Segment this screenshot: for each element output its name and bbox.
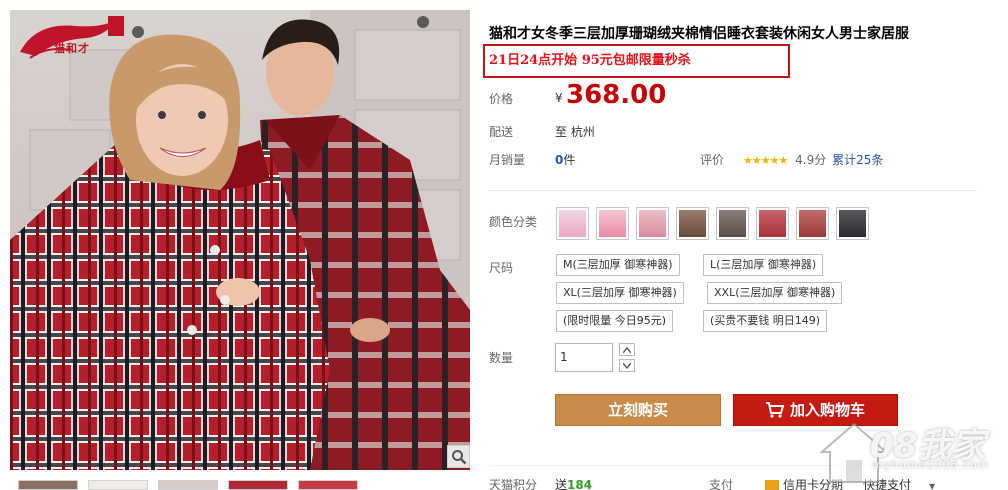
color-label: 颜色分类: [489, 215, 538, 229]
color-swatch-6[interactable]: [756, 207, 789, 240]
product-photo-illustration: [10, 10, 470, 470]
thumbnail-3[interactable]: [158, 480, 218, 490]
zoom-icon[interactable]: [447, 445, 470, 468]
color-swatch-2[interactable]: [596, 207, 629, 240]
credit-card-icon: [765, 480, 779, 490]
size-label: 尺码: [489, 261, 514, 275]
chevron-up-icon: [623, 346, 631, 353]
pay-label: 支付: [709, 478, 734, 490]
color-swatch-5[interactable]: [716, 207, 749, 240]
chevron-down-icon: [623, 362, 631, 369]
points-prefix: 送: [555, 478, 568, 490]
rating-stars-icon: ★★★★★: [743, 154, 788, 167]
shipping-label: 配送: [489, 125, 514, 139]
thumbnail-2[interactable]: [88, 480, 148, 490]
thumbnail-4[interactable]: [228, 480, 288, 490]
size-option-l[interactable]: L(三层加厚 御寒神器): [703, 254, 824, 276]
points-amount: 184: [567, 478, 593, 490]
thumbnail-1[interactable]: [18, 480, 78, 490]
size-option-m[interactable]: M(三层加厚 御寒神器): [556, 254, 680, 276]
thumbnail-5[interactable]: [298, 480, 358, 490]
product-title: 猫和才女冬季三层加厚珊瑚绒夹棉情侣睡衣套装休闲女人男士家居服: [489, 26, 909, 42]
monthly-sales-label: 月销量: [489, 153, 526, 167]
color-swatch-7[interactable]: [796, 207, 829, 240]
divider: [489, 190, 977, 191]
color-swatch-3[interactable]: [636, 207, 669, 240]
brand-logo-text: 猫和才: [54, 42, 90, 55]
thumbnail-strip: [10, 480, 480, 490]
shopping-cart-icon: [765, 402, 785, 418]
points-label: 天猫积分: [489, 478, 538, 490]
review-count-link[interactable]: 累计25条: [832, 153, 883, 167]
promo-text: 21日24点开始 95元包邮限量秒杀: [489, 53, 691, 68]
color-swatch-4[interactable]: [676, 207, 709, 240]
rating-score: 4.9分: [795, 153, 827, 167]
size-option-tomorrow-deal[interactable]: (买贵不要钱 明日149): [703, 310, 828, 332]
color-swatch-8[interactable]: [836, 207, 869, 240]
points-value: 送184: [555, 476, 592, 490]
monthly-sales-unit: 件: [563, 153, 576, 167]
product-main-image[interactable]: 猫和才: [10, 10, 470, 470]
price-value: 368.00: [566, 80, 667, 110]
quantity-increase-button[interactable]: [619, 343, 635, 356]
monthly-sales-value: 0件: [555, 151, 575, 168]
size-option-today-deal[interactable]: (限时限量 今日95元): [556, 310, 674, 332]
color-swatch-1[interactable]: [556, 207, 589, 240]
rating-label: 评价: [700, 153, 725, 167]
quantity-input[interactable]: 1: [555, 343, 613, 372]
size-option-xxl[interactable]: XXL(三层加厚 御寒神器): [707, 282, 843, 304]
size-option-xl[interactable]: XL(三层加厚 御寒神器): [556, 282, 684, 304]
quantity-decrease-button[interactable]: [619, 359, 635, 372]
shipping-destination[interactable]: 至 杭州: [555, 123, 595, 140]
price-label: 价格: [489, 92, 514, 106]
buy-now-button[interactable]: 立刻购买: [555, 394, 721, 426]
quantity-label: 数量: [489, 351, 514, 365]
watermark-url: myhome2008.com: [872, 458, 990, 471]
currency-symbol: ¥: [555, 91, 563, 105]
rating-summary: ★★★★★ 4.9分 累计25条: [743, 151, 883, 168]
